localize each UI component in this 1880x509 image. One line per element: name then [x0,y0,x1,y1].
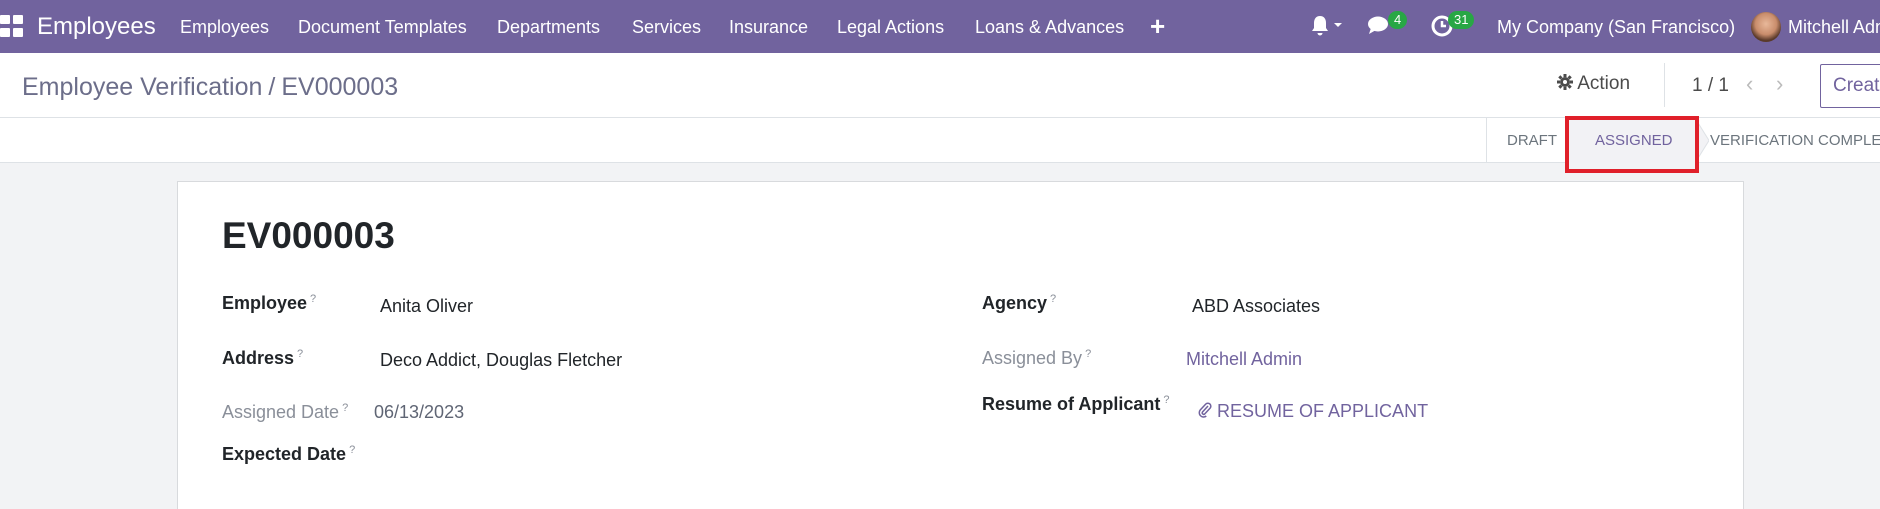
help-icon[interactable]: ? [1163,394,1169,406]
breadcrumb-separator: / [268,73,276,101]
expected-date-label: Expected Date? [222,444,356,464]
assigned-by-label: Assigned By? [982,348,1092,368]
menu-employees[interactable]: Employees [180,17,269,38]
create-button[interactable]: Create [1820,64,1880,108]
resume-label: Resume of Applicant? [982,394,1170,414]
assigned-date-label: Assigned Date? [222,402,349,422]
control-panel: Employee Verification / EV000003 Action 1 … [0,53,1880,118]
assigned-by-field[interactable]: Mitchell Admin [1186,349,1302,370]
address-label: Address? [222,348,304,368]
record-title: EV000003 [222,215,395,256]
menu-document-templates[interactable]: Document Templates [298,17,467,38]
stage-draft[interactable]: DRAFT [1486,118,1566,163]
user-avatar[interactable] [1751,12,1781,42]
pager-previous-icon[interactable]: ‹ [1746,71,1753,97]
paperclip-icon [1198,401,1217,421]
help-icon[interactable]: ? [1050,293,1056,305]
pager-value[interactable]: 1 / 1 [1692,75,1729,97]
help-icon[interactable]: ? [310,293,316,305]
breadcrumb: Employee Verification / EV000003 [22,73,398,102]
action-button[interactable]: Action [1557,73,1630,95]
help-icon[interactable]: ? [349,444,355,456]
menu-services[interactable]: Services [632,17,701,38]
menu-departments[interactable]: Departments [497,17,600,38]
user-menu[interactable]: Mitchell Admin [1788,17,1880,38]
action-label: Action [1577,73,1631,94]
app-name[interactable]: Employees [37,13,156,41]
company-switcher[interactable]: My Company (San Francisco) [1497,17,1735,38]
menu-insurance[interactable]: Insurance [729,17,808,38]
agency-label: Agency? [982,293,1057,313]
stage-verification-completed[interactable]: VERIFICATION COMPLETED [1708,118,1880,163]
resume-file-name: RESUME OF APPLICANT [1217,401,1429,421]
top-navbar: Employees Employees Document Templates D… [0,0,1880,53]
messages-count-badge: 4 [1388,11,1408,29]
divider [1664,63,1665,107]
highlight-box [1565,116,1699,173]
agency-field[interactable]: ABD Associates [1192,296,1320,317]
assigned-date-field: 06/13/2023 [374,402,465,422]
employee-label: Employee? [222,293,317,313]
form-sheet [177,181,1744,509]
help-icon[interactable]: ? [1085,348,1091,360]
apps-menu-icon[interactable] [0,15,24,37]
breadcrumb-parent[interactable]: Employee Verification [22,73,262,101]
address-field[interactable]: Deco Addict, Douglas Fletcher [380,350,622,371]
add-menu-icon[interactable]: + [1150,11,1165,42]
help-icon[interactable]: ? [342,402,348,414]
activities-count-badge: 31 [1448,11,1475,29]
help-icon[interactable]: ? [297,348,303,360]
gear-icon [1557,73,1577,94]
bell-icon[interactable] [1310,14,1344,43]
resume-attachment[interactable]: RESUME OF APPLICANT [1198,401,1428,422]
employee-field[interactable]: Anita Oliver [380,296,473,317]
pager-next-icon[interactable]: › [1776,71,1783,97]
breadcrumb-current: EV000003 [281,73,399,101]
menu-loans-advances[interactable]: Loans & Advances [975,17,1124,38]
menu-legal-actions[interactable]: Legal Actions [837,17,944,38]
